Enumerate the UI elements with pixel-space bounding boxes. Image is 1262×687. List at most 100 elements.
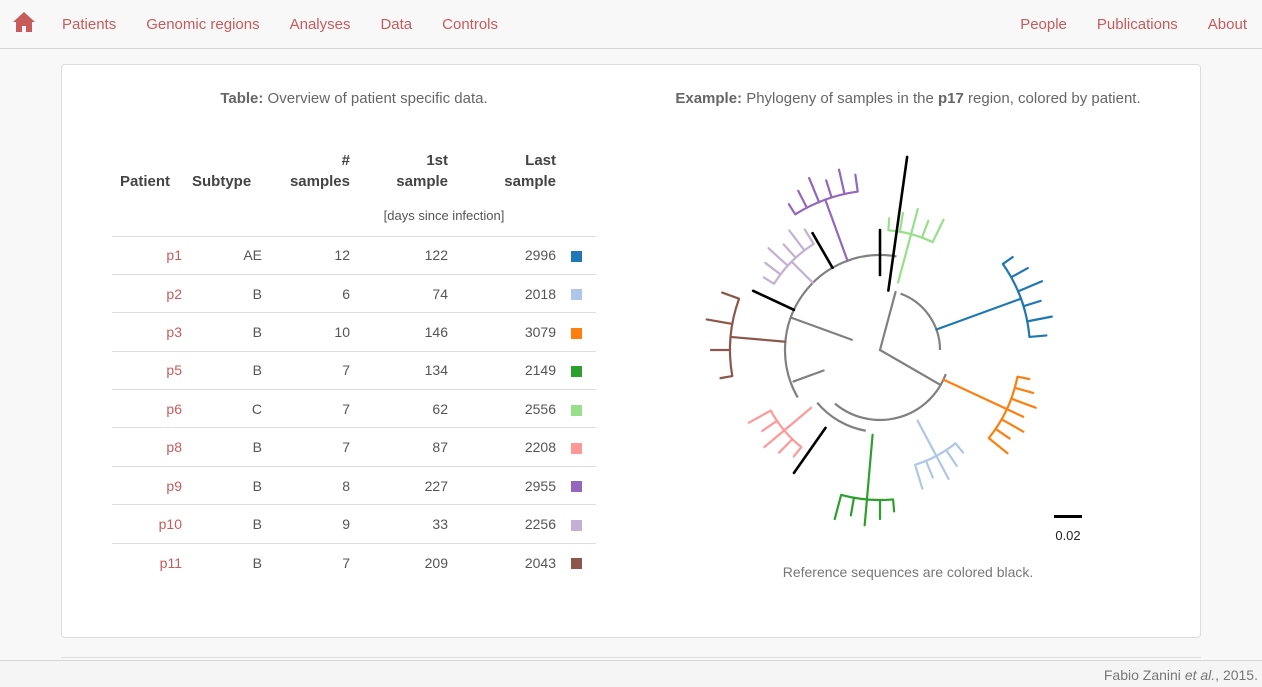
table-units-row: [days since infection] [112,196,596,237]
cell-last-sample: 2208 [448,427,556,467]
tree-backbone [900,292,942,351]
patient-color-swatch [570,519,582,531]
figure-caption-label: Example: [675,90,743,107]
cell-patient[interactable]: p9 [112,466,182,506]
cell-last-sample: 2556 [448,389,556,429]
header-samples-line2: samples [289,173,350,190]
nav-analyses[interactable]: Analyses [290,16,351,33]
header-patient: Patient [120,173,171,190]
table-row: p1 AE 12 122 2996 [112,236,596,275]
reference-branch [811,231,834,270]
clade-p6-leaf [898,211,905,233]
clade-p2-leaf [924,459,934,479]
clade-p1-stem [935,297,1023,331]
cell-subtype: B [252,554,262,571]
table-header-row: Patient Subtype # samples 1st sample Last s… [112,140,596,196]
clade-p6-leaf [920,219,930,239]
clade-p3-stem [942,378,1008,411]
clade-p11-stem [729,335,787,343]
clade-p9-leaf [787,203,797,216]
clade-p3-leaf [1005,408,1025,418]
table-row: p11 B 7 209 2043 [112,543,596,581]
cell-color [556,312,596,352]
clade-p9-stem [824,198,849,262]
cell-color [556,504,596,544]
patient-color-swatch [570,289,582,301]
header-last-line2: sample [504,173,556,190]
nav-about[interactable]: About [1208,16,1247,33]
header-samples: # samples [262,140,350,196]
clade-p6-leaf [931,218,945,244]
cell-patient[interactable]: p3 [112,312,182,352]
cell-first-sample: 62 [350,389,448,429]
nav-controls[interactable]: Controls [442,16,498,33]
cell-samples: 7 [262,351,350,391]
clade-p9-leaf [837,168,846,196]
patient-color-swatch [570,327,582,339]
cell-patient[interactable]: p10 [112,504,182,544]
header-subtype: Subtype [192,173,252,190]
home-icon[interactable] [12,11,36,33]
table-row: p8 B 7 87 2208 [112,427,596,467]
header-samples-line1: # [341,152,350,169]
tree-backbone [789,316,853,341]
clade-p9-leaf [825,179,833,199]
cell-patient[interactable]: p6 [112,389,182,429]
cell-patient[interactable]: p1 [112,236,182,275]
header-color [556,140,596,196]
cell-patient[interactable]: p8 [112,427,182,467]
cell-first-sample: 227 [350,466,448,506]
clade-p10-leaf [803,228,815,246]
clade-p9-leaf [854,173,859,193]
patient-color-swatch [570,404,582,416]
footer-name: Fabio Zanini [1103,667,1185,683]
clade-p8-leaf [792,446,803,458]
patient-color-swatch [570,366,582,378]
header-first-line1: 1st [426,152,448,169]
patient-color-swatch [570,558,582,570]
tree-backbone [783,253,897,399]
tree-backbone [878,290,897,352]
clade-p5-leaf [863,498,869,527]
tree-backbone [792,369,825,383]
cell-subtype: B [182,466,262,506]
cell-subtype: B [182,427,262,467]
clade-p3-leaf [1010,397,1037,409]
cell-color [556,543,596,581]
clade-p1-leaf [1026,315,1053,323]
cell-color [556,427,596,467]
nav-data[interactable]: Data [380,16,412,33]
clade-p8-stem [783,406,813,432]
cell-subtype: B [182,504,262,544]
clade-p6-leaf [909,207,919,236]
clade-p5-leaf [849,496,856,517]
nav-patients[interactable]: Patients [62,16,116,33]
table-caption-label: Table: [220,90,264,107]
cell-last-sample: 2043 [524,554,556,571]
cell-patient[interactable]: p5 [112,351,182,391]
nav-left-menu: Patients Genomic regions Analyses Data C… [62,0,528,48]
table-row: p10 B 9 33 2256 [112,504,596,544]
clade-p9-leaf [797,189,808,209]
clade-p6-leaf [887,217,891,232]
cell-patient[interactable]: p2 [112,274,182,314]
cell-samples: 12 [262,236,350,275]
nav-publications[interactable]: Publications [1097,16,1178,33]
tree-note: Reference sequences are colored black. [782,564,1034,580]
reference-branch [887,155,909,292]
table-body: p1 AE 12 122 2996 p2 B 6 74 2018 p3 B 10 146 3079 p5 B 7 1… [112,236,596,582]
patient-color-swatch [570,442,582,454]
top-navbar: Patients Genomic regions Analyses Data C… [0,0,1262,49]
clade-p10-stem [790,260,814,284]
cell-first-sample: 209 [424,554,448,571]
tree-backbone [878,348,942,387]
figure-caption-post: region, colored by patient. [963,90,1141,107]
clade-p2-leaf [954,442,965,454]
cell-color [556,466,596,506]
nav-genomic-regions[interactable]: Genomic regions [146,16,259,33]
clade-p3-leaf [987,437,1009,455]
cell-patient[interactable]: p11 [112,543,182,581]
clade-p3-leaf [1013,386,1035,395]
cell-samples: 8 [262,466,350,506]
nav-people[interactable]: People [1020,16,1067,33]
